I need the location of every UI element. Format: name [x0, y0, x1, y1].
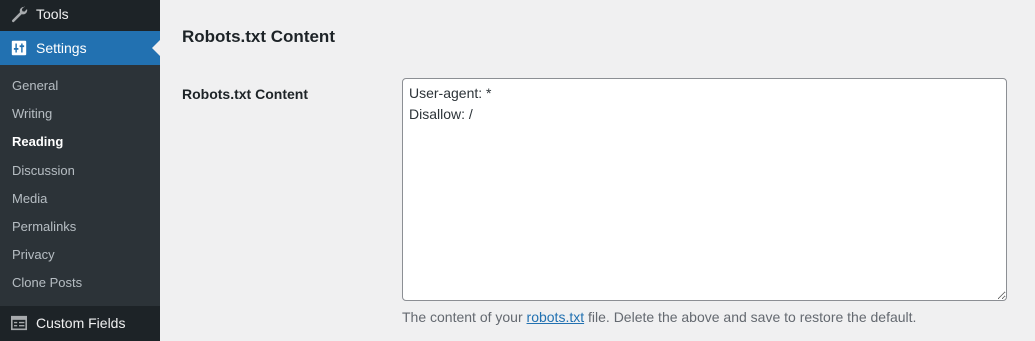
menu-item-custom-fields[interactable]: Custom Fields: [0, 306, 160, 340]
admin-sidebar: Tools Settings General Writing Reading D…: [0, 0, 160, 341]
table-icon: [9, 313, 29, 333]
description-text-after: file. Delete the above and save to resto…: [584, 309, 917, 325]
menu-item-custom-fields-label: Custom Fields: [36, 315, 126, 331]
menu-item-tools[interactable]: Tools: [0, 0, 160, 31]
settings-sliders-icon: [9, 38, 29, 58]
description-text-before: The content of your: [402, 309, 527, 325]
robots-content-label: Robots.txt Content: [182, 86, 308, 102]
field-description: The content of your robots.txt file. Del…: [402, 309, 916, 325]
submenu-item-permalinks[interactable]: Permalinks: [0, 213, 160, 241]
submenu-item-writing[interactable]: Writing: [0, 100, 160, 128]
wrench-icon: [9, 4, 29, 24]
menu-item-tools-label: Tools: [36, 6, 69, 22]
section-heading: Robots.txt Content: [182, 27, 335, 46]
menu-item-settings-label: Settings: [36, 40, 87, 56]
submenu-item-discussion[interactable]: Discussion: [0, 157, 160, 185]
submenu-item-reading[interactable]: Reading: [0, 128, 160, 156]
submenu-item-privacy[interactable]: Privacy: [0, 241, 160, 269]
submenu-item-general[interactable]: General: [0, 72, 160, 100]
submenu-item-clone-posts[interactable]: Clone Posts: [0, 269, 160, 297]
menu-item-settings[interactable]: Settings: [0, 31, 160, 65]
submenu-item-media[interactable]: Media: [0, 185, 160, 213]
robots-txt-link[interactable]: robots.txt: [527, 309, 585, 325]
robots-content-textarea[interactable]: [402, 78, 1007, 301]
settings-submenu: General Writing Reading Discussion Media…: [0, 65, 160, 306]
